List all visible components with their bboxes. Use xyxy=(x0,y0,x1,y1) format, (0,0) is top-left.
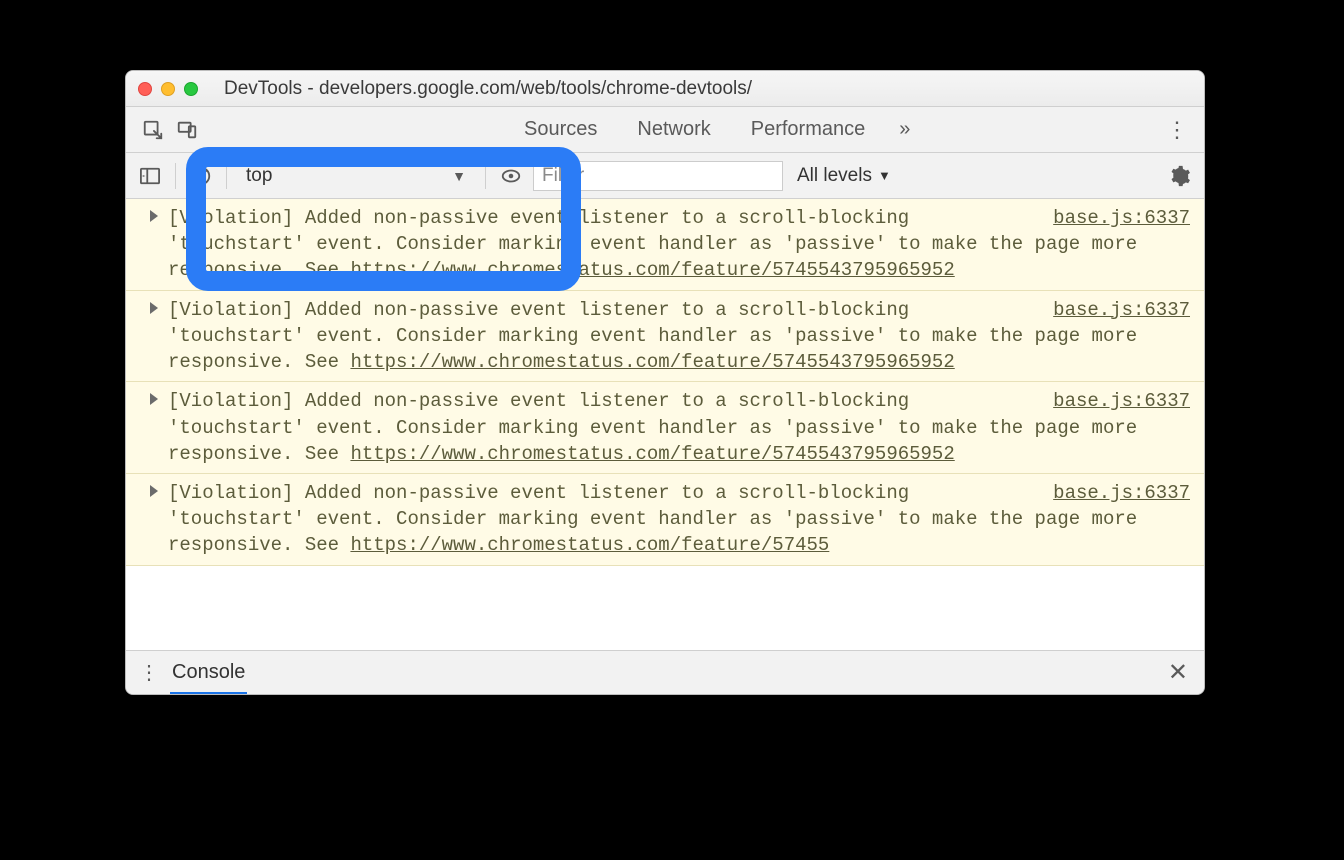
message-prefix: [Violation] xyxy=(168,299,293,321)
message-link[interactable]: https://www.chromestatus.com/feature/574… xyxy=(350,351,954,373)
message-prefix: [Violation] xyxy=(168,390,293,412)
expand-triangle-icon[interactable] xyxy=(150,210,158,222)
live-expression-icon[interactable] xyxy=(495,161,527,191)
drawer-menu-button[interactable]: ⋮ xyxy=(136,660,162,685)
message-source-link[interactable]: base.js:6337 xyxy=(1053,388,1190,414)
expand-triangle-icon[interactable] xyxy=(150,302,158,314)
toolbar-divider xyxy=(175,163,176,189)
tab-performance-label: Performance xyxy=(751,118,866,141)
close-window-button[interactable] xyxy=(138,82,152,96)
message-link[interactable]: https://www.chromestatus.com/feature/574… xyxy=(350,259,954,281)
message-source-link[interactable]: base.js:6337 xyxy=(1053,297,1190,323)
message-source-link[interactable]: base.js:6337 xyxy=(1053,205,1190,231)
tab-network[interactable]: Network xyxy=(617,107,730,152)
console-toolbar: top ▼ All levels ▼ xyxy=(126,153,1204,199)
tab-sources-label: Sources xyxy=(524,118,597,141)
inspect-element-icon[interactable] xyxy=(136,107,170,152)
drawer-tab-console[interactable]: Console xyxy=(172,651,245,694)
clear-console-icon[interactable] xyxy=(185,161,217,191)
console-message[interactable]: base.js:6337 [Violation] Added non-passi… xyxy=(126,199,1204,291)
message-link[interactable]: https://www.chromestatus.com/feature/574… xyxy=(350,443,954,465)
close-drawer-icon[interactable]: ✕ xyxy=(1162,658,1194,687)
chevron-down-icon: ▼ xyxy=(452,168,466,184)
panel-tabs: Sources Network Performance » ⋮ xyxy=(126,107,1204,153)
console-message[interactable]: base.js:6337 [Violation] Added non-passi… xyxy=(126,474,1204,566)
tabs-overflow-glyph: » xyxy=(899,118,910,141)
console-message[interactable]: base.js:6337 [Violation] Added non-passi… xyxy=(126,291,1204,383)
minimize-window-button[interactable] xyxy=(161,82,175,96)
console-message[interactable]: base.js:6337 [Violation] Added non-passi… xyxy=(126,382,1204,474)
titlebar: DevTools - developers.google.com/web/too… xyxy=(126,71,1204,107)
zoom-window-button[interactable] xyxy=(184,82,198,96)
window-title: DevTools - developers.google.com/web/too… xyxy=(206,78,1192,100)
tab-network-label: Network xyxy=(637,118,710,141)
console-messages[interactable]: base.js:6337 [Violation] Added non-passi… xyxy=(126,199,1204,650)
toolbar-divider xyxy=(226,163,227,189)
console-settings-icon[interactable] xyxy=(1164,161,1196,191)
expand-triangle-icon[interactable] xyxy=(150,393,158,405)
drawer-tab-label: Console xyxy=(172,661,245,684)
message-link[interactable]: https://www.chromestatus.com/feature/574… xyxy=(350,534,829,556)
log-levels-selector[interactable]: All levels ▼ xyxy=(789,165,899,187)
devtools-window: DevTools - developers.google.com/web/too… xyxy=(125,70,1205,695)
message-prefix: [Violation] xyxy=(168,482,293,504)
tab-sources[interactable]: Sources xyxy=(504,107,617,152)
device-toolbar-icon[interactable] xyxy=(170,107,204,152)
tabs-overflow[interactable]: » xyxy=(885,107,924,152)
context-selector-value: top xyxy=(246,165,272,187)
main-menu-button[interactable]: ⋮ xyxy=(1160,117,1194,143)
window-controls xyxy=(138,82,198,96)
context-selector[interactable]: top ▼ xyxy=(236,160,476,192)
message-source-link[interactable]: base.js:6337 xyxy=(1053,480,1190,506)
tab-performance[interactable]: Performance xyxy=(731,107,886,152)
drawer: ⋮ Console ✕ xyxy=(126,650,1204,694)
expand-triangle-icon[interactable] xyxy=(150,485,158,497)
chevron-down-icon: ▼ xyxy=(878,168,891,183)
filter-input[interactable] xyxy=(533,161,783,191)
message-prefix: [Violation] xyxy=(168,207,293,229)
toggle-console-sidebar-icon[interactable] xyxy=(134,161,166,191)
toolbar-divider xyxy=(485,163,486,189)
log-levels-label: All levels xyxy=(797,165,872,187)
